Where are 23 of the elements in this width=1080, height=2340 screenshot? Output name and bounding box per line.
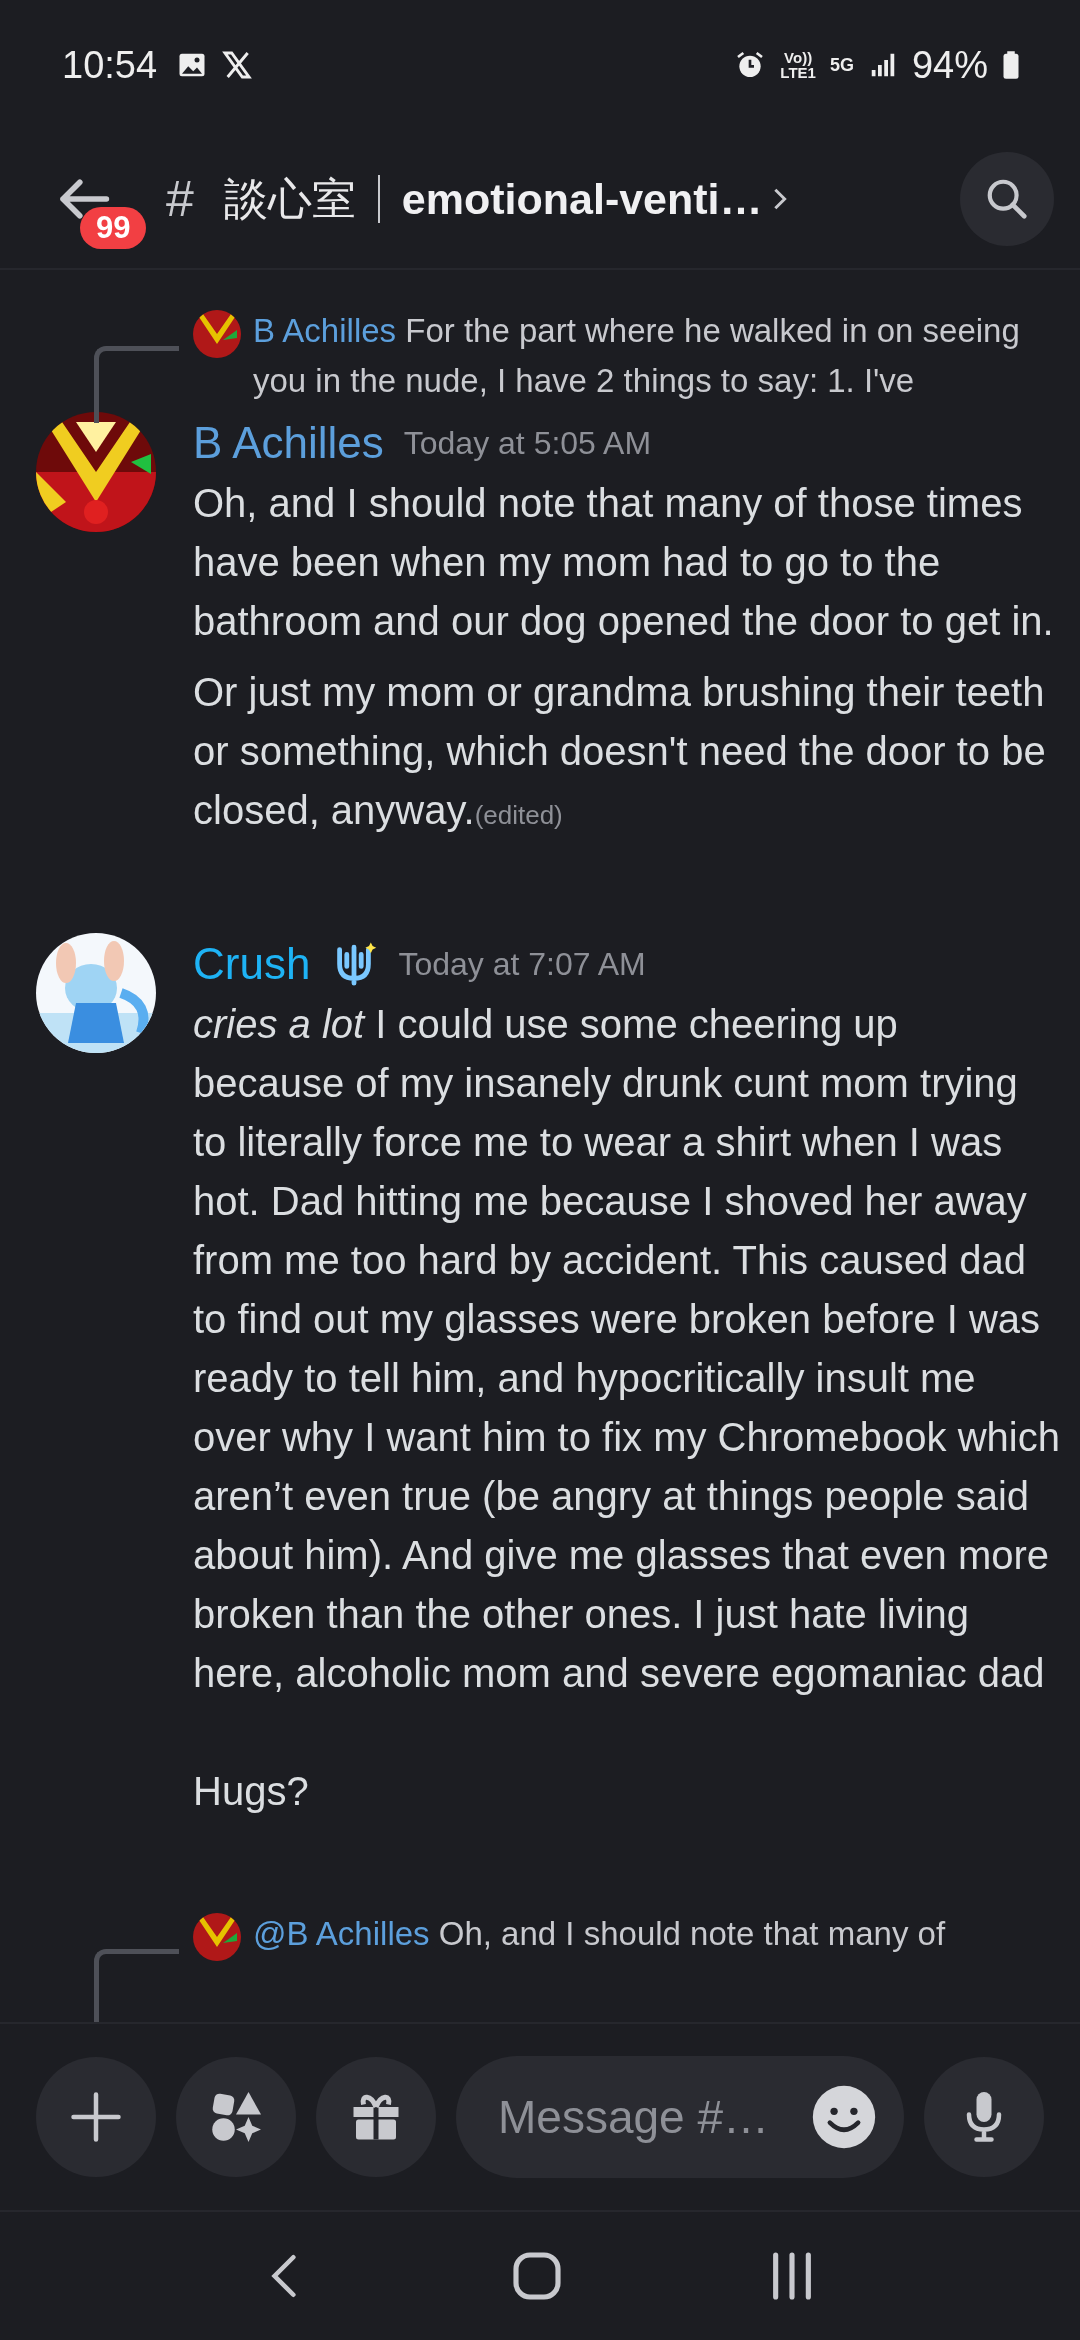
author-name[interactable]: Crush: [193, 939, 311, 989]
channel-category: 談心室: [223, 172, 356, 225]
channel-title[interactable]: emotional-venti…: [401, 174, 763, 224]
x-logo-icon: [221, 49, 254, 81]
message-timestamp: Today at 7:07 AM: [398, 945, 646, 983]
unread-badge: 99: [80, 207, 147, 249]
message-input[interactable]: Message #…: [496, 2089, 810, 2145]
clock-time: 10:54: [62, 43, 158, 87]
message-text: Or just my mom or grandma brushing their teeth or something, which doesn't need the door to be closed, anyway.(edited): [193, 669, 1047, 834]
emoji-icon[interactable]: [810, 2083, 878, 2151]
message-text: Oh, and I should note that many of those times have been when my mom had to go to the bathroom and our dog opened the door to get in.: [193, 480, 1055, 645]
message-field[interactable]: Message #…: [456, 2056, 904, 2178]
message-text: cries a lot I could use some cheering up because of my insanely drunk cunt mom trying to literally force me to wear a shirt when I was hot. Dad hitting me because I shoved her away from me too hard by accident. This caused dad to find out my glasses were broken before I was ready to tell him, and hypocritically insult me over why I want him to fix my Chromebook which aren’t even true (be angry at things people said about him). And give me glasses that even more broken than the other ones. I just hate living here, alcoholic mom and severe egomaniac dad Hugs?: [193, 1001, 1060, 1815]
battery-percent: 94%: [911, 43, 988, 87]
message-timestamp: Today at 5:05 AM: [403, 424, 652, 462]
network-indicator: 5G: [829, 54, 854, 76]
reply-preview[interactable]: @B Achilles Oh, and I should note that many of: [253, 1903, 946, 1959]
channel-hash: #: [166, 170, 194, 228]
chevron-icon[interactable]: [772, 187, 787, 211]
author-name[interactable]: B Achilles: [193, 418, 384, 468]
volte-indicator: Vo)) LTE1: [780, 50, 816, 80]
reply-preview[interactable]: B Achilles For the part where he walked in on seeing you in the nude, I have 2 things to say: 1. I've: [253, 300, 1040, 406]
battery-icon: [1002, 50, 1020, 80]
